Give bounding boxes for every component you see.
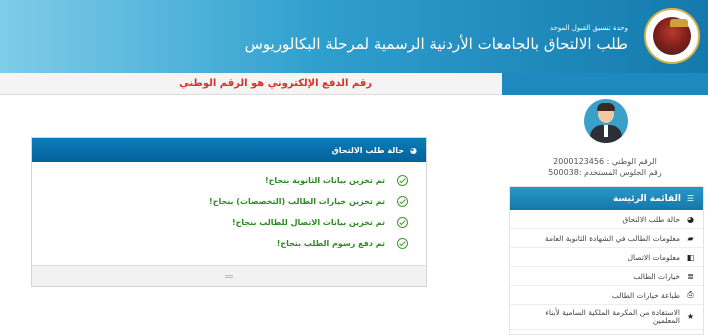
status-item: تم تخزين بيانات الثانوية بنجاح!	[32, 170, 408, 191]
grip-icon	[225, 274, 233, 278]
main-menu: ☰ القائمة الرئيسة ◕ حالة طلب الالتحاق ▰ …	[509, 186, 704, 335]
panel-header: ◕ حالة طلب الالتحاق	[32, 138, 426, 162]
status-item: تم دفع رسوم الطلب بنجاح!	[32, 233, 408, 254]
application-status-panel: ◕ حالة طلب الالتحاق تم تخزين بيانات الثا…	[31, 137, 427, 287]
menu-item-royal-grant[interactable]: ★ الاستفادة من المكرمة الملكية السامية ل…	[510, 305, 703, 330]
check-circle-icon	[397, 196, 408, 207]
menu-item-secondary-certificate[interactable]: ▰ معلومات الطالب في الشهادة الثانوية الع…	[510, 229, 703, 248]
print-icon: ⎙	[687, 290, 694, 299]
seat-number: رقم الجلوس المستخدم :500038	[548, 168, 662, 177]
star-icon: ★	[686, 312, 695, 321]
graduation-cap-icon: ▰	[687, 233, 694, 243]
page-title: طلب الالتحاق بالجامعات الأردنية الرسمية …	[244, 35, 628, 53]
notice-bar: رقم الدفع الإلكتروني هو الرقم الوطني	[0, 73, 502, 95]
menu-title: القائمة الرئيسة	[612, 193, 681, 204]
pie-chart-icon: ◕	[410, 145, 417, 155]
panel-footer	[32, 265, 426, 286]
list-icon: ☰	[686, 194, 695, 203]
list-icon: ≣	[687, 271, 694, 281]
panel-title: حالة طلب الالتحاق	[331, 145, 404, 155]
menu-item-print-choices[interactable]: ⎙ طباعة خيارات الطالب	[510, 286, 703, 305]
student-profile: الرقم الوطني : 2000123456 رقم الجلوس الم…	[502, 95, 708, 183]
menu-item-contact-info[interactable]: ◧ معلومات الاتصال	[510, 248, 703, 267]
national-number: الرقم الوطني : 2000123456	[553, 157, 657, 166]
check-circle-icon	[397, 217, 408, 228]
crown-icon	[670, 19, 688, 27]
status-list: تم تخزين بيانات الثانوية بنجاح! تم تخزين…	[32, 162, 426, 254]
payment-notice: رقم الدفع الإلكتروني هو الرقم الوطني	[179, 78, 372, 89]
university-logo	[644, 8, 700, 64]
check-circle-icon	[397, 175, 408, 186]
status-item: تم تخزين بيانات الاتصال للطالب بنجاح!	[32, 212, 408, 233]
avatar	[584, 99, 628, 143]
status-item: تم تخزين خيارات الطالب (التخصصات) بنجاح!	[32, 191, 408, 212]
menu-header[interactable]: ☰ القائمة الرئيسة	[510, 187, 703, 210]
emblem-icon	[653, 17, 691, 55]
app-header: وحدة تنسيق القبول الموحد طلب الالتحاق با…	[0, 0, 708, 73]
check-circle-icon	[397, 238, 408, 249]
unit-subtitle: وحدة تنسيق القبول الموحد	[549, 24, 628, 32]
menu-item-student-choices[interactable]: ≣ خيارات الطالب	[510, 267, 703, 286]
phone-icon: ◧	[686, 252, 695, 262]
sidebar-header-band	[502, 73, 708, 95]
pie-chart-icon: ◕	[687, 214, 694, 224]
menu-item-application-status[interactable]: ◕ حالة طلب الالتحاق	[510, 210, 703, 229]
